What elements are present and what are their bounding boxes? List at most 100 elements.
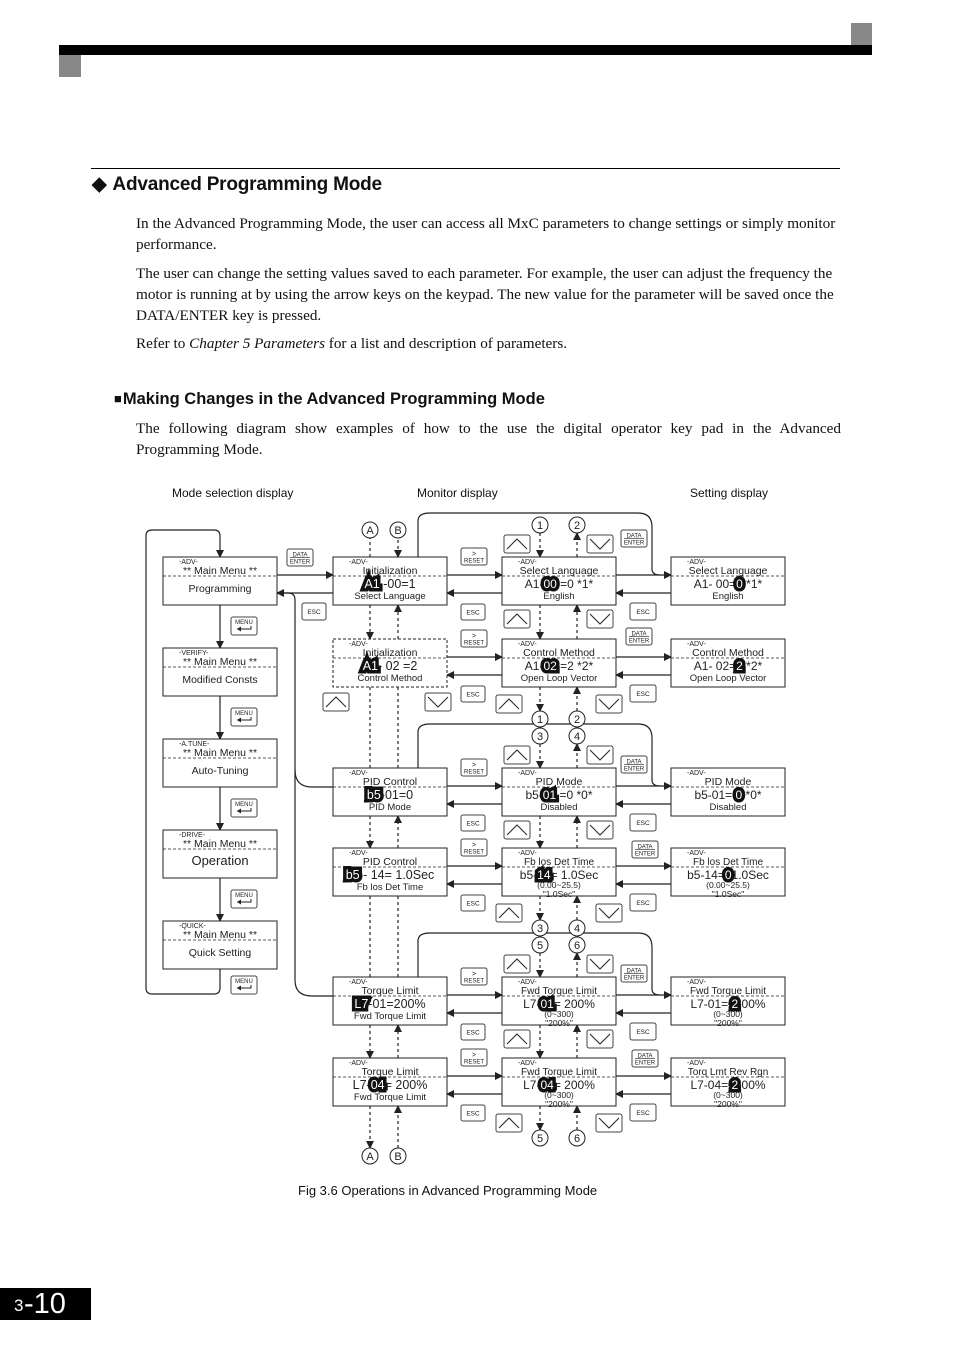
- down-key-frame: [586, 609, 614, 629]
- reset-key[interactable]: >RESET: [460, 838, 488, 857]
- up-key[interactable]: [503, 954, 531, 974]
- data-enter-key[interactable]: DATAENTER: [631, 840, 659, 859]
- lcd-sub-label: English: [543, 591, 574, 602]
- esc-key[interactable]: ESC: [629, 602, 657, 621]
- lcd-default: "200%": [545, 1099, 573, 1109]
- up-key[interactable]: [503, 820, 531, 840]
- reset-key[interactable]: >RESET: [460, 967, 488, 986]
- monitor-group-4: -ADV-Torque LimitL7-01=200%Fwd Torque Li…: [332, 976, 448, 1026]
- down-key[interactable]: [424, 692, 452, 712]
- esc-key-label: ESC: [636, 900, 650, 907]
- lcd-mode-tag: -ADV-: [518, 770, 537, 777]
- param-prefix: b5-01=: [694, 788, 735, 802]
- setting-param-5: -ADV-Torq Lmt Rev RgnL7-04= 2 00%(0~300)…: [670, 1057, 786, 1109]
- esc-key[interactable]: ESC: [460, 685, 486, 703]
- esc-key[interactable]: ESC: [629, 893, 657, 912]
- menu-key-label: MENU: [235, 893, 253, 899]
- down-key[interactable]: [586, 820, 614, 840]
- up-key[interactable]: [495, 903, 523, 923]
- connector-2-top: 2: [568, 516, 586, 534]
- monitor-param-1: -ADV-Control MethodA1-02 =2 *2*Open Loop…: [501, 638, 617, 688]
- lcd-sub-label: Disabled: [541, 802, 578, 813]
- lcd-mode-tag: -ADV-: [687, 1060, 706, 1067]
- up-key-frame: [495, 694, 523, 714]
- up-key-frame: [495, 1113, 523, 1133]
- up-key[interactable]: [503, 1029, 531, 1049]
- reset-key-label: RESET: [464, 979, 484, 985]
- lcd-parameter-value: L7-01=200%: [354, 997, 425, 1011]
- lcd-menu-item: Auto-Tuning: [192, 765, 249, 777]
- reset-key-label: RESET: [464, 559, 484, 565]
- up-key[interactable]: [322, 692, 350, 712]
- down-key[interactable]: [586, 745, 614, 765]
- esc-key[interactable]: ESC: [629, 813, 657, 832]
- esc-key[interactable]: ESC: [460, 603, 486, 621]
- menu-key-label: MENU: [235, 979, 253, 985]
- data-enter-key[interactable]: DATAENTER: [620, 755, 648, 774]
- reset-key[interactable]: >RESET: [460, 1048, 488, 1067]
- data-enter-key[interactable]: DATAENTER: [620, 964, 648, 983]
- esc-key[interactable]: ESC: [629, 684, 657, 703]
- lcd-title: PID Mode: [536, 776, 583, 788]
- menu-key[interactable]: MENU: [230, 889, 258, 909]
- down-key[interactable]: [586, 609, 614, 629]
- reset-key-arrow: >: [472, 762, 476, 769]
- data-enter-key[interactable]: DATAENTER: [631, 1049, 659, 1068]
- down-key[interactable]: [586, 954, 614, 974]
- up-key[interactable]: [503, 609, 531, 629]
- connector-a-bottom: A: [361, 1147, 379, 1165]
- down-key[interactable]: [586, 534, 614, 554]
- up-key[interactable]: [503, 534, 531, 554]
- reset-key[interactable]: >RESET: [460, 629, 488, 648]
- down-key[interactable]: [595, 694, 623, 714]
- menu-key[interactable]: MENU: [230, 616, 258, 636]
- lcd-title: ** Main Menu **: [183, 838, 257, 850]
- param-prefix: A1-: [525, 659, 544, 673]
- lcd-mode-tag: -ADV-: [518, 979, 537, 986]
- param-rest: =2 *2*: [557, 659, 594, 673]
- down-key[interactable]: [595, 1113, 623, 1133]
- mode-menu-2: -A.TUNE-** Main Menu **Auto-Tuning: [162, 738, 278, 788]
- esc-key-label: ESC: [636, 820, 650, 827]
- menu-key[interactable]: MENU: [230, 798, 258, 818]
- esc-key[interactable]: ESC: [301, 602, 327, 621]
- menu-key[interactable]: MENU: [230, 975, 258, 995]
- reset-key-label: RESET: [464, 1060, 484, 1066]
- up-key[interactable]: [495, 1113, 523, 1133]
- reset-key[interactable]: >RESET: [460, 547, 488, 566]
- connector-label: B: [394, 525, 401, 537]
- data-enter-key[interactable]: DATAENTER: [286, 548, 314, 567]
- lcd-sub-label: Disabled: [710, 802, 747, 813]
- data-enter-key[interactable]: DATAENTER: [625, 627, 653, 646]
- menu-key[interactable]: MENU: [230, 707, 258, 727]
- down-key[interactable]: [595, 903, 623, 923]
- setting-param-4: -ADV-Fwd Torque LimitL7-01= 2 00%(0~300)…: [670, 976, 786, 1028]
- param-prefix: L7-: [523, 1078, 540, 1092]
- param-highlight: L7: [354, 997, 368, 1011]
- down-key-frame: [586, 534, 614, 554]
- up-key[interactable]: [503, 745, 531, 765]
- reset-key[interactable]: >RESET: [460, 758, 488, 777]
- connector-3-bottom: 3: [531, 919, 549, 937]
- enter-key-label: ENTER: [635, 852, 656, 858]
- lcd-parameter-value: L7-04= 200%: [353, 1078, 428, 1092]
- data-enter-key[interactable]: DATAENTER: [620, 529, 648, 548]
- connector-label: 2: [574, 520, 580, 532]
- esc-key[interactable]: ESC: [460, 894, 486, 912]
- esc-key-label: ESC: [466, 692, 480, 699]
- esc-key[interactable]: ESC: [460, 1023, 486, 1041]
- esc-key[interactable]: ESC: [460, 1104, 486, 1122]
- connector-1-top: 1: [531, 516, 549, 534]
- esc-key-label: ESC: [636, 609, 650, 616]
- reset-key-arrow: >: [472, 1052, 476, 1059]
- down-key-frame: [586, 954, 614, 974]
- esc-key[interactable]: ESC: [460, 814, 486, 832]
- connector-5-bottom: 5: [531, 1129, 549, 1147]
- connector-label: 2: [574, 714, 580, 726]
- connector-label: 6: [574, 940, 580, 952]
- up-key[interactable]: [495, 694, 523, 714]
- down-key[interactable]: [586, 1029, 614, 1049]
- lcd-title: PID Mode: [705, 776, 752, 788]
- esc-key[interactable]: ESC: [629, 1022, 657, 1041]
- esc-key[interactable]: ESC: [629, 1103, 657, 1122]
